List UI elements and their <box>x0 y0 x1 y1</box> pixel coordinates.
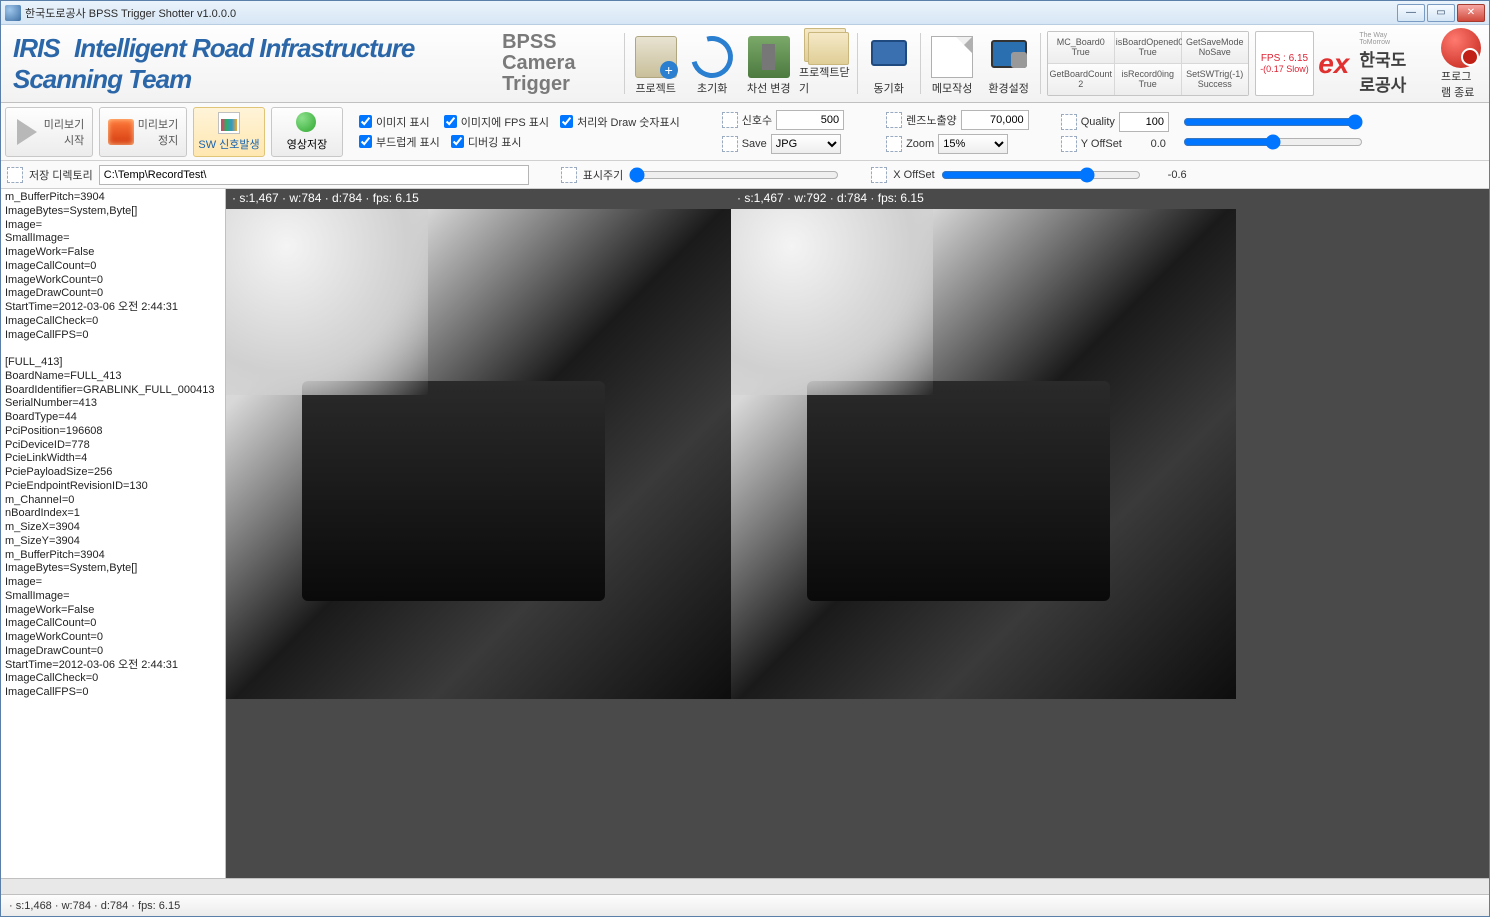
log-panel: m_BufferPitch=3904 ImageBytes=System,Byt… <box>1 189 226 878</box>
project-close-button[interactable]: 프로젝트닫기 <box>798 27 853 100</box>
control-row: 미리보기 시작 미리보기 정지 SW 신호발생 영상저장 이미지 표시 이미지에… <box>1 103 1489 161</box>
camera-view-left: · s:1,467 · w:784 · d:784 · fps: 6.15 <box>226 189 731 699</box>
close-button[interactable]: ✕ <box>1457 4 1485 22</box>
minimize-button[interactable]: — <box>1397 4 1425 22</box>
status-save-mode: GetSaveModeNoSave <box>1182 32 1248 63</box>
chk-smooth[interactable] <box>359 135 372 148</box>
screens-icon <box>868 36 910 78</box>
lane-change-button[interactable]: 차선 변경 <box>742 27 797 100</box>
status-mc-board: MC_Board0True <box>1048 32 1114 63</box>
status-board-opened: isBoardOpened0True <box>1115 32 1181 63</box>
chk-debug[interactable] <box>451 135 464 148</box>
camera-image-right <box>731 209 1236 699</box>
signal-input[interactable] <box>776 110 844 130</box>
row-3: 저장 디렉토리 표시주기 X OffSet -0.6 <box>1 161 1489 189</box>
window-title: 한국도로공사 BPSS Trigger Shotter v1.0.0.0 <box>25 5 1397 21</box>
view-area[interactable]: · s:1,467 · w:784 · d:784 · fps: 6.15 · … <box>226 189 1489 878</box>
titlebar: 한국도로공사 BPSS Trigger Shotter v1.0.0.0 — ▭… <box>1 1 1489 25</box>
docs-icon <box>804 28 846 62</box>
stop-icon <box>108 119 134 145</box>
xoffset-value: -0.6 <box>1147 169 1187 181</box>
save-format-select[interactable]: JPG <box>771 134 841 154</box>
ribbon-toolbar: IRIS Intelligent Road Infrastructure Sca… <box>1 25 1489 103</box>
monitor-gear-icon <box>988 36 1030 78</box>
init-button[interactable]: 초기화 <box>685 27 740 100</box>
green-go-icon <box>296 112 318 134</box>
zoom-toggle[interactable] <box>886 136 902 152</box>
program-end-button[interactable]: 프로그램 종료 <box>1441 28 1481 100</box>
main-area: m_BufferPitch=3904 ImageBytes=System,Byt… <box>1 189 1489 878</box>
app-icon <box>5 5 21 21</box>
save-dir-input[interactable] <box>99 165 529 185</box>
xoffset-toggle[interactable] <box>871 167 887 183</box>
save-video-button[interactable]: 영상저장 <box>271 107 343 157</box>
refresh-icon <box>684 28 741 85</box>
save-toggle[interactable] <box>722 136 738 152</box>
power-off-icon <box>1441 28 1481 68</box>
chk-proc-draw-num[interactable] <box>560 115 573 128</box>
dir-toggle[interactable] <box>7 167 23 183</box>
page-icon <box>931 36 973 78</box>
app-title: BPSS Camera Trigger <box>502 32 612 95</box>
status-swtrig: SetSWTrig(-1)Success <box>1182 64 1248 95</box>
brand-right: ex The Way ToMorrow 한국도로공사 프로그램 종료 <box>1318 27 1485 100</box>
xoffset-slider[interactable] <box>941 167 1141 183</box>
env-settings-button[interactable]: 환경설정 <box>981 27 1036 100</box>
road-icon <box>748 36 790 78</box>
memo-button[interactable]: 메모작성 <box>925 27 980 100</box>
camera-overlay-right: · s:1,467 · w:792 · d:784 · fps: 6.15 <box>737 191 924 205</box>
project-icon <box>635 36 677 78</box>
ex-logo: ex <box>1318 48 1349 80</box>
preview-start-button[interactable]: 미리보기 시작 <box>5 107 93 157</box>
yoffset-slider[interactable] <box>1183 134 1363 150</box>
play-icon <box>14 119 40 145</box>
cycle-toggle[interactable] <box>561 167 577 183</box>
iris-logo: IRIS <box>13 33 60 63</box>
signal-toggle[interactable] <box>722 112 738 128</box>
camera-image-left <box>226 209 731 699</box>
horizontal-scrollbar[interactable] <box>1 878 1489 894</box>
sync-button[interactable]: 동기화 <box>861 27 916 100</box>
cycle-slider[interactable] <box>629 167 839 183</box>
sw-signal-button[interactable]: SW 신호발생 <box>193 107 265 157</box>
lens-input[interactable] <box>961 110 1029 130</box>
camera-view-right: · s:1,467 · w:792 · d:784 · fps: 6.15 <box>731 189 1236 699</box>
quality-input[interactable] <box>1119 112 1169 132</box>
lens-toggle[interactable] <box>886 112 902 128</box>
chk-show-image[interactable] <box>359 115 372 128</box>
app-window: 한국도로공사 BPSS Trigger Shotter v1.0.0.0 — ▭… <box>0 0 1490 917</box>
quality-toggle[interactable] <box>1061 114 1077 130</box>
yoffset-toggle[interactable] <box>1061 136 1077 152</box>
kr-brand: The Way ToMorrow 한국도로공사 <box>1359 32 1416 96</box>
maximize-button[interactable]: ▭ <box>1427 4 1455 22</box>
chk-fps-on-image[interactable] <box>444 115 457 128</box>
logo-block: IRIS Intelligent Road Infrastructure Sca… <box>5 27 620 100</box>
signal-icon <box>218 112 240 134</box>
yoffset-value: 0.0 <box>1126 138 1166 150</box>
iris-logo-sub: Intelligent Road Infrastructure Scanning… <box>13 33 414 94</box>
status-grid: MC_Board0True isBoardOpened0True GetSave… <box>1047 31 1249 96</box>
status-recording: isRecord0ingTrue <box>1115 64 1181 95</box>
zoom-select[interactable]: 15% <box>938 134 1008 154</box>
project-button[interactable]: 프로젝트 <box>628 27 683 100</box>
preview-stop-button[interactable]: 미리보기 정지 <box>99 107 187 157</box>
status-board-count: GetBoardCount2 <box>1048 64 1114 95</box>
camera-overlay-left: · s:1,467 · w:784 · d:784 · fps: 6.15 <box>232 191 419 205</box>
fps-box: FPS : 6.15 -(0.17 Slow) <box>1255 31 1314 96</box>
quality-slider[interactable] <box>1183 114 1363 130</box>
statusbar: · s:1,468 · w:784 · d:784 · fps: 6.15 <box>1 894 1489 916</box>
